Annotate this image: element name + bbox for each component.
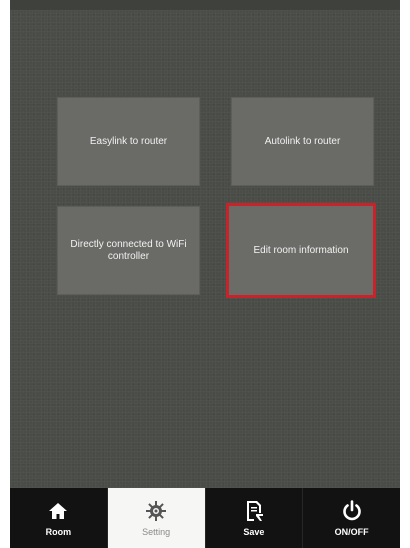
save-icon [242,499,266,523]
easylink-to-router-button[interactable]: Easylink to router [57,97,200,186]
home-icon [46,499,70,523]
gear-icon [144,499,168,523]
tab-setting-label: Setting [142,527,171,537]
autolink-to-router-button[interactable]: Autolink to router [231,97,374,186]
top-strip [10,0,400,10]
tab-save-label: Save [243,527,265,537]
edit-room-information-button[interactable]: Edit room information [226,203,376,298]
app-screen: Easylink to router Autolink to router Di… [10,0,400,548]
direct-connect-label: Directly connected to WiFi controller [70,238,187,262]
easylink-label: Easylink to router [89,135,168,147]
tab-onoff[interactable]: ON/OFF [302,488,400,548]
edit-room-label: Edit room information [253,244,349,256]
bottom-tab-bar: Room Setting Save ON/OFF [10,488,400,548]
tab-room-label: Room [45,527,72,537]
tab-onoff-label: ON/OFF [334,527,369,537]
direct-connect-wifi-button[interactable]: Directly connected to WiFi controller [57,206,200,295]
tab-save[interactable]: Save [204,488,303,548]
power-icon [340,499,364,523]
autolink-label: Autolink to router [264,135,341,147]
tab-setting[interactable]: Setting [106,488,205,548]
tab-room[interactable]: Room [10,488,107,548]
